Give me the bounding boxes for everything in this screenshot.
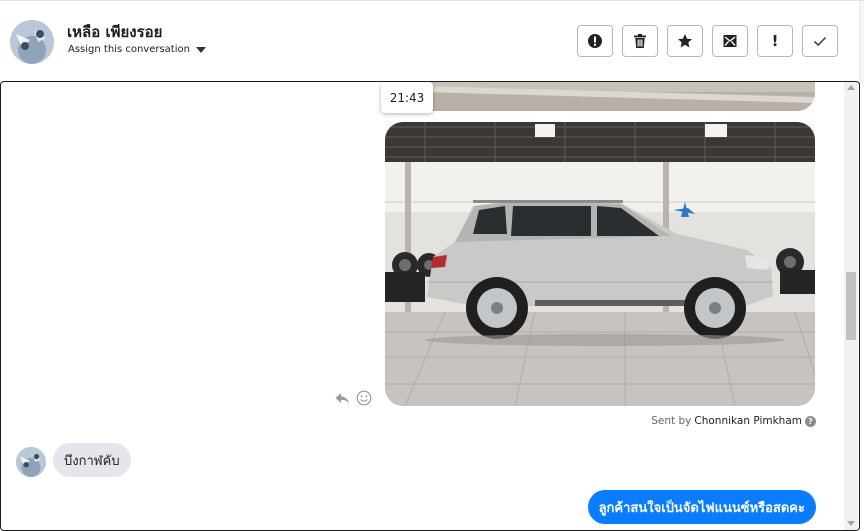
contact-avatar[interactable] <box>10 20 54 64</box>
message-timestamp-tooltip: 21:43 <box>381 82 433 113</box>
car-photo <box>385 122 815 406</box>
trash-icon <box>634 34 646 48</box>
outgoing-message-bubble: ลูกค้าสนใจเป็นจัดไฟแนนซ์หรือสดคะ <box>587 490 816 524</box>
scroll-down-arrow-icon[interactable] <box>847 521 855 526</box>
sender-avatar[interactable] <box>16 447 46 477</box>
image-attachment[interactable] <box>385 122 815 406</box>
star-button[interactable] <box>667 25 703 57</box>
previous-image-attachment[interactable] <box>385 82 815 111</box>
delete-button[interactable] <box>622 25 658 57</box>
conversation-header: เหลือ เพียงรอย Assign this conversation <box>0 0 864 83</box>
sent-by-info: Sent by Chonnikan Pimkham ? <box>651 415 816 427</box>
sent-by-prefix: Sent by <box>651 415 692 427</box>
window-edge <box>859 1 864 83</box>
check-icon <box>813 36 827 47</box>
conversation-actions: ! <box>577 25 838 57</box>
spam-button[interactable] <box>577 25 613 57</box>
alert-icon <box>588 34 602 48</box>
message-thread: 21:43 Sent by Chonnikan Pimkham ? บึงกาฬ… <box>0 81 860 531</box>
assign-conversation-dropdown[interactable]: Assign this conversation <box>68 44 206 55</box>
sent-by-name[interactable]: Chonnikan Pimkham <box>694 415 802 427</box>
scrollbar-thumb[interactable] <box>846 272 856 340</box>
help-icon[interactable]: ? <box>805 415 816 427</box>
exclamation-icon: ! <box>771 32 779 50</box>
previous-image-floor <box>385 82 815 111</box>
message-actions <box>334 390 372 406</box>
reply-icon[interactable] <box>334 390 350 406</box>
done-button[interactable] <box>802 25 838 57</box>
thread-scrollbar[interactable] <box>844 82 858 530</box>
flag-button[interactable]: ! <box>757 25 793 57</box>
assign-label: Assign this conversation <box>68 44 190 55</box>
contact-name: เหลือ เพียงรอย <box>67 23 163 41</box>
incoming-message-bubble: บึงกาฬคับ <box>53 443 131 477</box>
mark-unread-icon <box>723 35 737 47</box>
caret-down-icon <box>195 46 206 53</box>
star-icon <box>678 34 692 48</box>
emoji-reaction-icon[interactable] <box>356 390 372 406</box>
scroll-up-arrow-icon[interactable] <box>847 85 855 90</box>
mark-unread-button[interactable] <box>712 25 748 57</box>
